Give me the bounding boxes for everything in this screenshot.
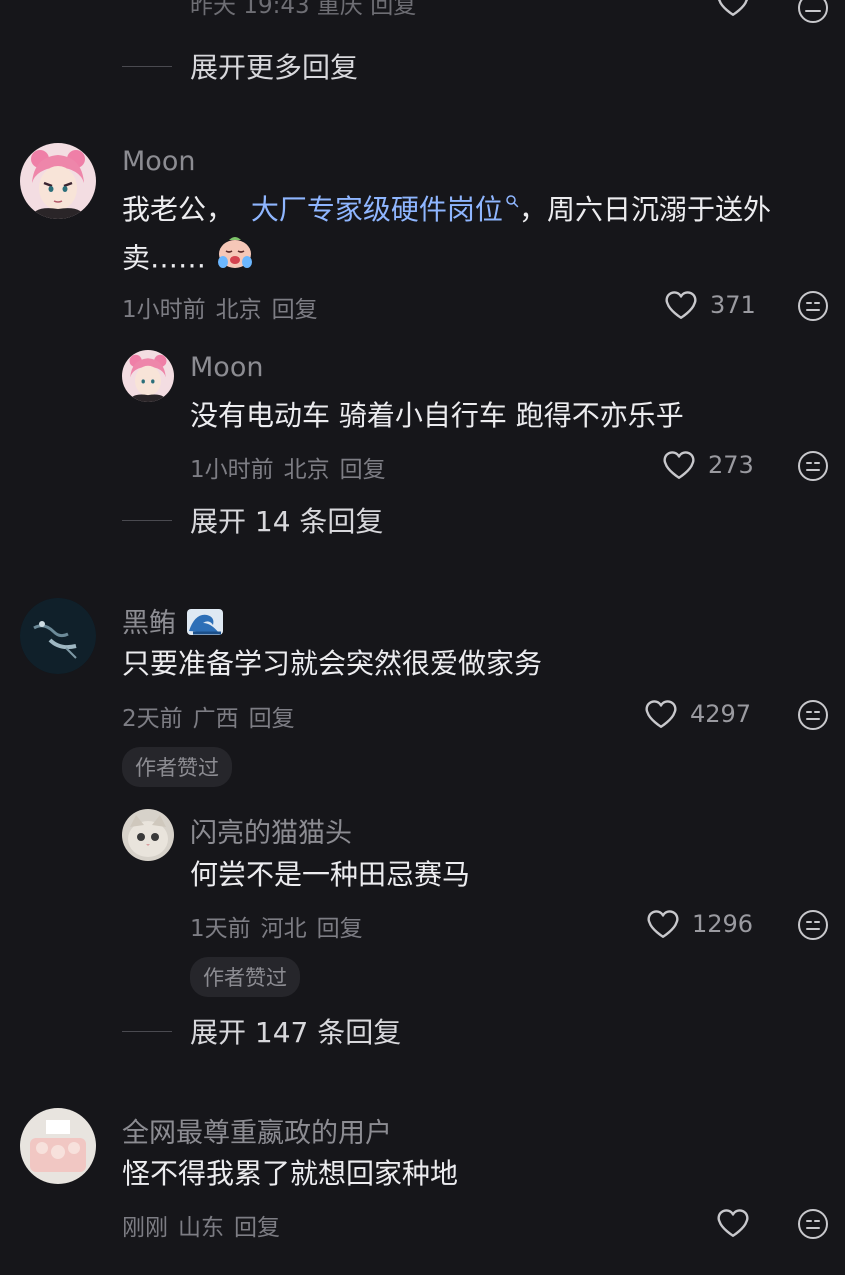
comment-meta: 2天前 广西 回复 bbox=[122, 699, 295, 733]
heart-outline-icon bbox=[717, 1209, 749, 1237]
avatar[interactable] bbox=[122, 809, 174, 861]
expand-label: 展开更多回复 bbox=[190, 51, 359, 84]
expand-replies[interactable]: 展开 14 条回复 bbox=[122, 500, 383, 540]
reply-location: 河北 bbox=[260, 916, 307, 942]
smiley-face-icon[interactable] bbox=[797, 1208, 829, 1240]
comment-location: 北京 bbox=[215, 297, 262, 323]
comment-text-before: 我老公， bbox=[122, 193, 235, 226]
like-button[interactable]: 273 bbox=[662, 449, 754, 481]
partial-like-button[interactable] bbox=[716, 0, 750, 22]
comment-text: 怪不得我累了就想回家种地 bbox=[122, 1157, 459, 1190]
author-liked-badge: 作者赞过 bbox=[122, 747, 232, 787]
author-liked-badge: 作者赞过 bbox=[190, 957, 300, 997]
comment-text: 我老公， 大厂专家级硬件岗位 ，周六日沉溺于送外卖…… bbox=[122, 186, 827, 285]
smiley-face-icon[interactable] bbox=[797, 909, 829, 941]
comment-location: 广西 bbox=[192, 706, 239, 732]
expand-label: 展开 14 条回复 bbox=[190, 505, 384, 538]
comment-time: 1小时前 bbox=[122, 297, 206, 323]
avatar[interactable] bbox=[20, 143, 96, 219]
reply-location: 北京 bbox=[283, 457, 330, 483]
like-count: 4297 bbox=[690, 700, 752, 728]
like-button[interactable]: 1296 bbox=[646, 908, 753, 940]
search-icon bbox=[506, 195, 519, 208]
reply-button[interactable]: 回复 bbox=[317, 916, 363, 942]
expand-label: 展开 147 条回复 bbox=[190, 1016, 402, 1049]
avatar[interactable] bbox=[122, 350, 174, 402]
reply-button[interactable]: 回复 bbox=[340, 457, 386, 483]
heart-outline-icon bbox=[663, 451, 695, 479]
comment-author[interactable]: Moon bbox=[122, 146, 195, 177]
partial-smiley-face-icon[interactable] bbox=[797, 0, 829, 24]
divider-line bbox=[122, 65, 172, 67]
reply-button[interactable]: 回复 bbox=[234, 1215, 280, 1241]
search-link[interactable]: 大厂专家级硬件岗位 bbox=[251, 193, 519, 226]
comment-time: 刚刚 bbox=[122, 1215, 168, 1241]
reply-text: 何尝不是一种田忌赛马 bbox=[190, 858, 471, 891]
search-link-label: 大厂专家级硬件岗位 bbox=[250, 193, 503, 226]
divider-line bbox=[122, 1030, 172, 1032]
comment-author-name: 黑鲔 bbox=[122, 608, 176, 639]
reply-text: 没有电动车 骑着小自行车 跑得不亦乐乎 bbox=[190, 399, 684, 432]
like-count: 1296 bbox=[692, 910, 754, 938]
reply-time: 1小时前 bbox=[190, 457, 274, 483]
divider-line bbox=[122, 519, 172, 521]
wave-emoji bbox=[185, 605, 225, 644]
heart-outline-icon bbox=[647, 910, 679, 938]
comment-text: 只要准备学习就会突然很爱做家务 bbox=[122, 647, 543, 680]
comment-location: 山东 bbox=[178, 1215, 224, 1241]
comment-author[interactable]: 黑鲔 bbox=[122, 601, 225, 644]
reply-meta: 1小时前 北京 回复 bbox=[190, 450, 386, 484]
like-button[interactable]: 371 bbox=[664, 289, 756, 321]
heart-outline-icon bbox=[665, 291, 697, 319]
reply-button[interactable]: 回复 bbox=[249, 706, 295, 732]
like-button[interactable] bbox=[716, 1207, 762, 1239]
like-count: 371 bbox=[710, 291, 756, 319]
heart-outline-icon bbox=[718, 0, 748, 16]
expand-replies[interactable]: 展开 147 条回复 bbox=[122, 1011, 401, 1051]
reply-time: 1天前 bbox=[190, 916, 251, 942]
crying-face-emoji bbox=[215, 234, 255, 285]
reply-meta: 1天前 河北 回复 bbox=[190, 909, 363, 943]
like-button[interactable]: 4297 bbox=[644, 698, 751, 730]
avatar[interactable] bbox=[20, 598, 96, 674]
heart-outline-icon bbox=[645, 700, 677, 728]
reply-button[interactable]: 回复 bbox=[272, 297, 318, 323]
comment-meta: 刚刚 山东 回复 bbox=[122, 1208, 280, 1242]
smiley-face-icon[interactable] bbox=[797, 450, 829, 482]
comment-meta: 1小时前 北京 回复 bbox=[122, 290, 318, 324]
partial-comment-meta: 昨天 19:43 重庆 回复 bbox=[190, 0, 417, 19]
like-count: 273 bbox=[708, 451, 754, 479]
reply-author[interactable]: Moon bbox=[190, 352, 263, 383]
comment-time: 2天前 bbox=[122, 706, 183, 732]
expand-more-replies[interactable]: 展开更多回复 bbox=[122, 46, 358, 86]
avatar[interactable] bbox=[20, 1108, 96, 1184]
reply-author[interactable]: 闪亮的猫猫头 bbox=[190, 811, 352, 850]
comment-author[interactable]: 全网最尊重嬴政的用户 bbox=[122, 1111, 392, 1150]
smiley-face-icon[interactable] bbox=[797, 290, 829, 322]
smiley-face-icon[interactable] bbox=[797, 699, 829, 731]
